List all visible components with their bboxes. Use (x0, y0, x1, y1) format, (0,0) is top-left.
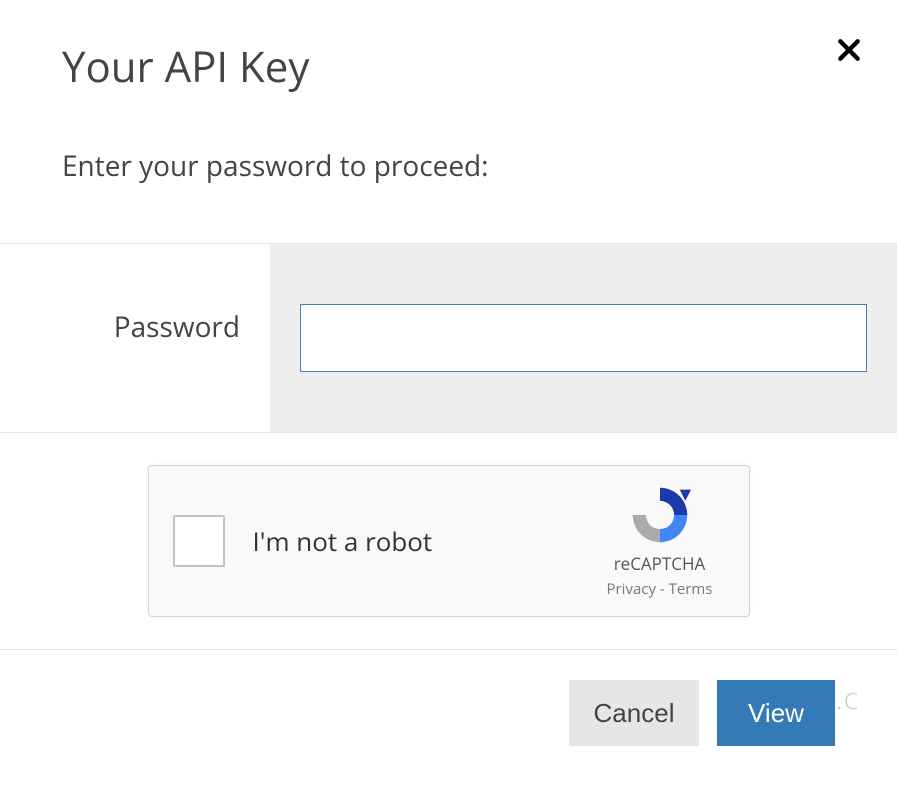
captcha-area: I'm not a robot reCAPTCHA Privacy - Term… (0, 433, 897, 650)
password-label: Password (114, 308, 240, 346)
password-input-col (270, 244, 897, 432)
close-button[interactable] (831, 32, 867, 68)
recaptcha-label: I'm not a robot (253, 523, 595, 559)
recaptcha-terms-link[interactable]: Terms (669, 579, 713, 599)
modal-header: Your API Key Enter your password to proc… (0, 0, 897, 185)
recaptcha-brand-name: reCAPTCHA (614, 552, 706, 575)
api-key-modal: Your API Key Enter your password to proc… (0, 0, 897, 785)
recaptcha-links-sep: - (656, 579, 669, 599)
close-icon (836, 37, 862, 63)
recaptcha-icon (629, 484, 691, 546)
recaptcha-brand: reCAPTCHA Privacy - Terms (595, 484, 725, 599)
recaptcha-privacy-link[interactable]: Privacy (607, 579, 656, 599)
recaptcha-widget: I'm not a robot reCAPTCHA Privacy - Term… (148, 465, 750, 617)
recaptcha-checkbox[interactable] (173, 515, 225, 567)
modal-subtitle: Enter your password to proceed: (62, 147, 835, 185)
modal-footer: oucl.c Cancel View (0, 650, 897, 746)
view-button[interactable]: View (717, 680, 835, 746)
modal-title: Your API Key (62, 38, 835, 95)
recaptcha-links: Privacy - Terms (607, 579, 713, 599)
password-row: Password (0, 243, 897, 433)
password-input[interactable] (300, 304, 867, 372)
cancel-button[interactable]: Cancel (569, 680, 699, 746)
password-label-col: Password (0, 244, 270, 432)
